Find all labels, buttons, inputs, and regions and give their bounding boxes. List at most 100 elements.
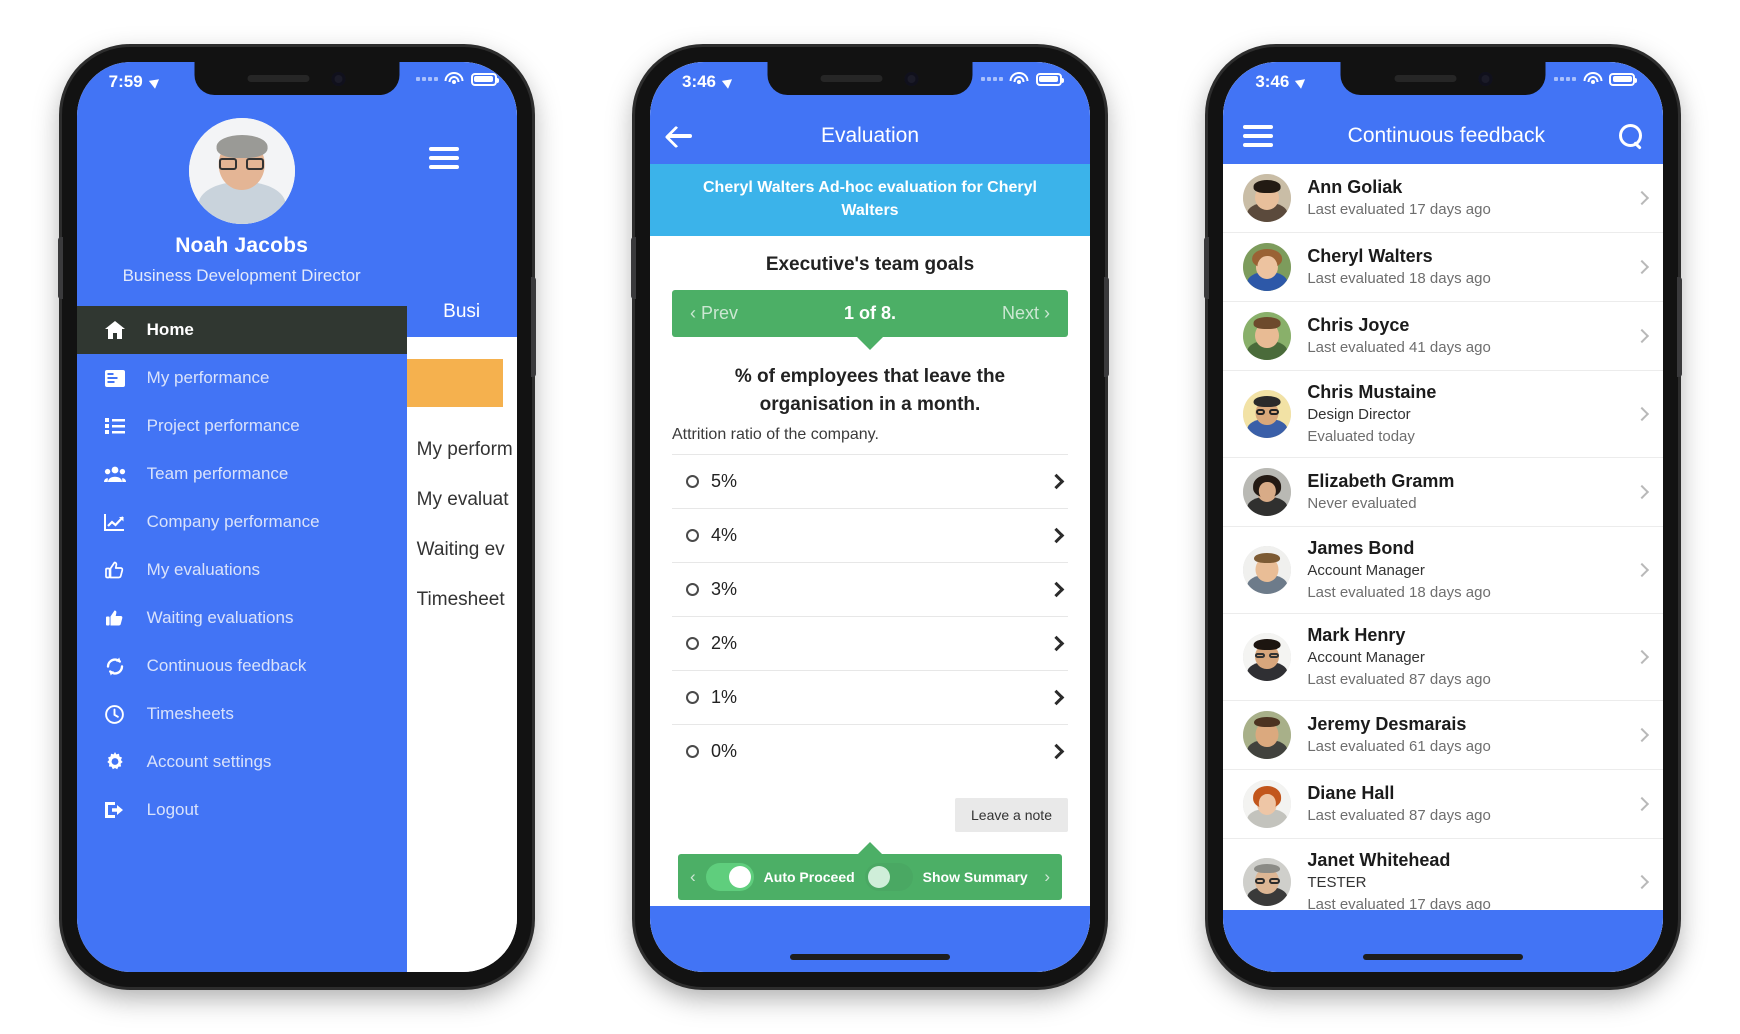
sidebar-item-team-performance[interactable]: Team performance	[77, 450, 407, 498]
chevron-right-icon[interactable]	[1635, 484, 1650, 500]
list-item[interactable]: Diane Hall Last evaluated 87 days ago	[1223, 770, 1664, 839]
person-status: Last evaluated 87 days ago	[1307, 670, 1491, 688]
list-item[interactable]: Jeremy Desmarais Last evaluated 61 days …	[1223, 701, 1664, 770]
back-arrow-icon[interactable]	[667, 125, 694, 147]
signal-icon	[980, 77, 1003, 81]
radio-icon[interactable]	[685, 475, 699, 489]
list-item[interactable]: James Bond Account Manager Last evaluate…	[1223, 527, 1664, 614]
radio-icon[interactable]	[685, 637, 699, 651]
sidebar-item-company-performance[interactable]: Company performance	[77, 498, 407, 546]
chevron-right-icon[interactable]	[1635, 796, 1650, 812]
sidebar-item-logout[interactable]: Logout	[77, 786, 407, 834]
logout-icon	[103, 799, 127, 821]
sidebar-item-label: Logout	[146, 800, 199, 819]
chevron-right-icon[interactable]	[1635, 328, 1650, 344]
navigation-drawer: 7:59 Noah Jacobs Business Development Di…	[76, 62, 407, 972]
radio-icon[interactable]	[685, 583, 699, 597]
phone-3-footer	[1223, 910, 1664, 972]
chevron-right-icon[interactable]	[1635, 259, 1650, 275]
chevron-right-icon[interactable]	[1635, 406, 1650, 422]
status-left: 7:59	[109, 72, 162, 92]
wifi-icon	[444, 72, 464, 86]
person-status: Last evaluated 17 days ago	[1307, 201, 1491, 219]
radio-icon[interactable]	[685, 745, 699, 759]
chevron-right-icon[interactable]	[1048, 636, 1065, 652]
phone-1-frame: 7:59 Noah Jacobs Business Development Di…	[57, 47, 536, 987]
phone-3-notch	[1340, 62, 1546, 95]
underlying-link[interactable]: My perform	[417, 425, 517, 475]
chevron-right-icon[interactable]	[1048, 474, 1065, 490]
person-name: Ann Goliak	[1307, 176, 1403, 197]
thumbs-up-outline-icon	[103, 559, 127, 581]
chevron-right-icon[interactable]	[1635, 727, 1650, 743]
list-item[interactable]: Mark Henry Account Manager Last evaluate…	[1223, 614, 1664, 701]
prev-button[interactable]: ‹ Prev	[690, 303, 738, 324]
avatar	[1243, 779, 1292, 828]
person-name: James Bond	[1307, 537, 1415, 558]
chevron-right-icon[interactable]	[1048, 528, 1065, 544]
next-button[interactable]: Next ›	[1002, 303, 1050, 324]
battery-icon	[470, 72, 499, 86]
show-summary-toggle[interactable]	[864, 863, 913, 892]
chevron-right-icon[interactable]	[1635, 562, 1650, 578]
option-row[interactable]: 5%	[671, 454, 1068, 508]
underlying-link[interactable]: Timesheet	[417, 575, 517, 625]
auto-proceed-toggle[interactable]	[705, 863, 754, 892]
status-left: 3:46	[682, 72, 736, 92]
list-item[interactable]: Elizabeth Gramm Never evaluated	[1223, 458, 1664, 527]
leave-a-note-button[interactable]: Leave a note	[955, 798, 1068, 833]
underlying-link[interactable]: My evaluat	[417, 475, 517, 525]
list-item[interactable]: Janet Whitehead TESTER Last evaluated 17…	[1223, 839, 1663, 910]
hamburger-icon[interactable]	[428, 147, 459, 169]
search-icon[interactable]	[1619, 124, 1643, 148]
option-row[interactable]: 2%	[671, 616, 1068, 670]
status-time: 3:46	[1255, 72, 1290, 91]
sidebar-item-account-settings[interactable]: Account settings	[77, 738, 407, 786]
sidebar-item-timesheets[interactable]: Timesheets	[77, 690, 407, 738]
phone-3-frame: 3:46 Continuous feedback Ann Goliak Last…	[1204, 47, 1683, 987]
option-label: 1%	[710, 687, 737, 708]
underlying-link[interactable]: Waiting ev	[417, 525, 517, 575]
underlying-links: My perform My evaluat Waiting ev Timeshe…	[407, 407, 517, 625]
chevron-right-icon[interactable]	[1048, 744, 1065, 760]
drawer-profile: Noah Jacobs Business Development Directo…	[77, 108, 407, 306]
sidebar-item-label: Team performance	[146, 464, 289, 483]
avatar	[1243, 632, 1292, 681]
list-item[interactable]: Cheryl Walters Last evaluated 18 days ag…	[1223, 233, 1664, 302]
sidebar-item-waiting-evaluations[interactable]: Waiting evaluations	[77, 594, 407, 642]
person-status: Evaluated today	[1307, 427, 1415, 445]
sidebar-item-my-performance[interactable]: My performance	[77, 354, 407, 402]
sidebar-item-my-evaluations[interactable]: My evaluations	[77, 546, 407, 594]
list-item[interactable]: Chris Mustaine Design Director Evaluated…	[1223, 371, 1664, 458]
chevron-right-icon[interactable]	[1048, 690, 1065, 706]
hamburger-icon[interactable]	[1243, 125, 1274, 147]
auto-proceed-label: Auto Proceed	[763, 869, 855, 886]
option-label: 0%	[710, 741, 737, 762]
person-status: Never evaluated	[1307, 495, 1417, 513]
evaluation-toolbar: ‹ Auto Proceed Show Summary ›	[677, 854, 1062, 901]
option-label: 2%	[710, 633, 737, 654]
radio-icon[interactable]	[685, 691, 699, 705]
toolbar-next-chevron-icon[interactable]: ›	[1044, 867, 1050, 887]
refresh-icon	[103, 655, 127, 677]
option-label: 5%	[710, 471, 737, 492]
chevron-right-icon[interactable]	[1635, 190, 1650, 206]
option-row[interactable]: 0%	[671, 724, 1068, 778]
option-label: 4%	[710, 525, 737, 546]
sidebar-item-continuous-feedback[interactable]: Continuous feedback	[77, 642, 407, 690]
person-status: Last evaluated 61 days ago	[1307, 738, 1491, 755]
sidebar-item-project-performance[interactable]: Project performance	[77, 402, 407, 450]
pager-current: 1 of 8.	[843, 303, 896, 324]
option-row[interactable]: 1%	[671, 670, 1068, 724]
chevron-right-icon[interactable]	[1635, 649, 1650, 665]
option-row[interactable]: 3%	[671, 562, 1068, 616]
sidebar-item-home[interactable]: Home	[76, 306, 407, 354]
chevron-right-icon[interactable]	[1048, 582, 1065, 598]
radio-icon[interactable]	[685, 529, 699, 543]
option-row[interactable]: 4%	[671, 508, 1068, 562]
list-item[interactable]: Ann Goliak Last evaluated 17 days ago	[1223, 164, 1664, 233]
list-item[interactable]: Chris Joyce Last evaluated 41 days ago	[1223, 302, 1664, 371]
chevron-right-icon[interactable]	[1635, 874, 1650, 890]
toolbar-prev-chevron-icon[interactable]: ‹	[690, 867, 696, 887]
sidebar-item-label: Account settings	[146, 752, 272, 771]
